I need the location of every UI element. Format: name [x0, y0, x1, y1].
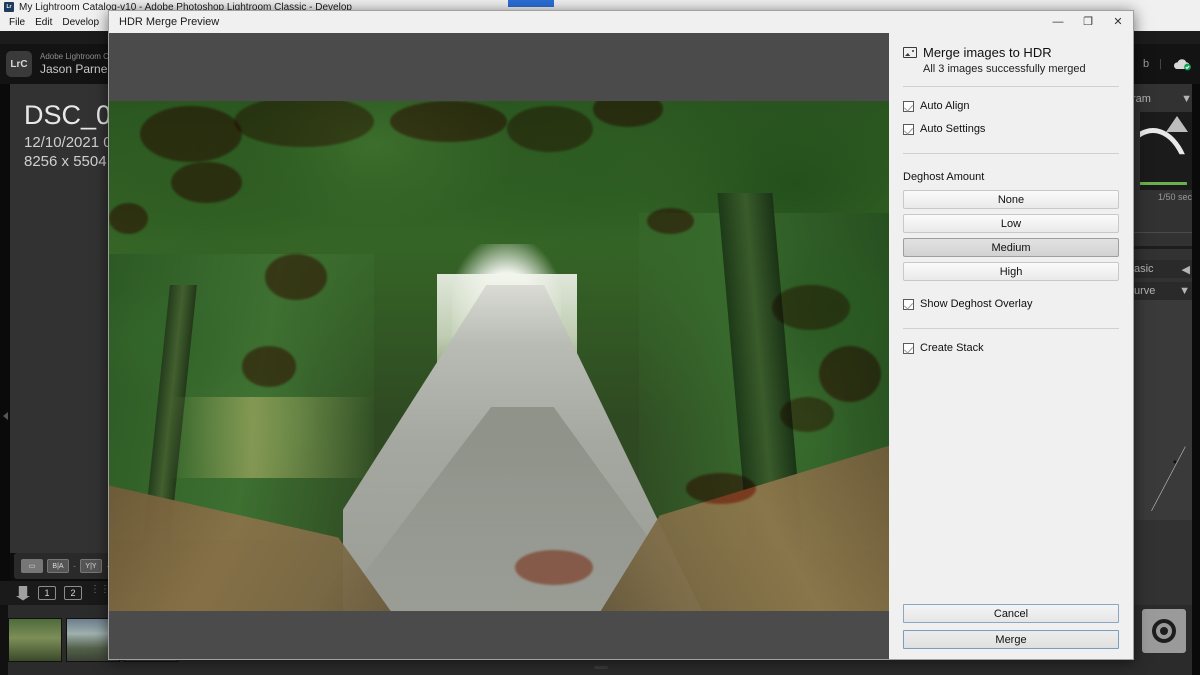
module-separator: | [1159, 58, 1162, 70]
menu-file[interactable]: File [4, 17, 30, 28]
cancel-button[interactable]: Cancel [903, 604, 1119, 623]
identity-line-2: Jason Parnell [40, 62, 113, 77]
merged-photo-preview[interactable] [109, 101, 889, 611]
identity-plate: Adobe Lightroom C Jason Parnell [40, 52, 113, 77]
grip-dots-icon[interactable]: ⋮⋮ [90, 586, 94, 600]
auto-align-checkbox[interactable] [903, 101, 914, 112]
photo-dimensions: 8256 x 5504 [24, 153, 107, 170]
panel-divider [1132, 232, 1192, 233]
panel-header-tone-curve[interactable]: urve ▼ [1132, 282, 1192, 300]
module-label-library[interactable]: b [1143, 58, 1149, 70]
divider-1 [903, 86, 1119, 87]
hdr-options-panel: Merge images to HDR All 3 images success… [889, 33, 1133, 659]
divider-3 [903, 328, 1119, 329]
dialog-titlebar[interactable]: HDR Merge Preview — ❐ ✕ [109, 11, 1133, 33]
merge-heading-row: Merge images to HDR [903, 45, 1119, 60]
deghost-option-high[interactable]: High [903, 262, 1119, 281]
window-controls: — ❐ ✕ [1043, 11, 1133, 33]
panel-header-tone-curve-label: urve [1134, 285, 1155, 297]
filmstrip-thumbnail[interactable] [8, 618, 62, 662]
lens-center [1160, 627, 1168, 635]
panel-header-histogram-label: ram [1132, 93, 1151, 105]
chevron-left-icon[interactable]: ◀ [1182, 263, 1190, 276]
deghost-amount-label: Deghost Amount [903, 171, 1119, 183]
create-stack-row[interactable]: Create Stack [903, 342, 1119, 354]
histogram-curve [1140, 128, 1192, 190]
panel-spacer [903, 361, 1119, 597]
taskbar-indicator [594, 666, 608, 669]
dialog-body: Merge images to HDR All 3 images success… [109, 33, 1133, 659]
hdr-preview-area[interactable] [109, 33, 889, 659]
deghost-overlay-patch [686, 473, 756, 504]
chevron-down-icon[interactable]: ▼ [1181, 93, 1192, 105]
photo-capture-date: 12/10/2021 0 [24, 134, 112, 151]
histogram-widget[interactable] [1140, 112, 1192, 190]
show-deghost-overlay-checkbox[interactable] [903, 299, 914, 310]
flag-badge-1[interactable]: 1 [38, 586, 56, 600]
filmstrip-left-edge [0, 605, 8, 675]
module-picker: b | [1143, 57, 1200, 71]
loupe-view-icon[interactable]: ▭ [21, 559, 43, 573]
lightroom-app-icon: Lr [4, 2, 14, 12]
deghost-option-medium[interactable]: Medium [903, 238, 1119, 257]
deghost-overlay-patch [647, 208, 694, 234]
merge-images-icon [903, 47, 917, 58]
lens-correction-icon[interactable] [1142, 609, 1186, 653]
menu-develop[interactable]: Develop [57, 17, 104, 28]
auto-align-row[interactable]: Auto Align [903, 100, 1119, 112]
auto-settings-label: Auto Settings [920, 123, 985, 135]
screen: Lr My Lightroom Catalog-v10 - Adobe Phot… [0, 0, 1200, 675]
taskbar-active-tab-indicator [508, 0, 554, 7]
panel-header-basic-label: asic [1134, 263, 1154, 275]
deghost-overlay-patch [390, 101, 507, 142]
panel-header-basic[interactable]: asic ◀ [1132, 260, 1192, 278]
merge-status-text: All 3 images successfully merged [923, 63, 1119, 75]
deghost-option-low[interactable]: Low [903, 214, 1119, 233]
lens-ring [1152, 619, 1176, 643]
hdr-merge-preview-dialog: HDR Merge Preview — ❐ ✕ [108, 10, 1134, 660]
auto-settings-checkbox[interactable] [903, 124, 914, 135]
lrc-logo-icon: LrC [6, 51, 32, 77]
menu-edit[interactable]: Edit [30, 17, 57, 28]
maximize-icon[interactable]: ❐ [1073, 11, 1103, 33]
deghost-overlay-patch [242, 346, 297, 387]
hand-tool-icon[interactable] [16, 586, 30, 601]
highlight-clipping-icon[interactable] [1166, 116, 1188, 132]
deghost-overlay-patch [819, 346, 881, 402]
deghost-overlay-patch [109, 203, 148, 234]
merge-heading: Merge images to HDR [923, 45, 1052, 60]
cloud-sync-icon[interactable] [1172, 57, 1192, 71]
deghost-overlay-patch [171, 162, 241, 203]
create-stack-checkbox[interactable] [903, 343, 914, 354]
show-deghost-overlay-label: Show Deghost Overlay [920, 298, 1033, 310]
identity-line-1: Adobe Lightroom C [40, 52, 113, 62]
chevron-down-icon-2[interactable]: ▼ [1179, 285, 1190, 297]
deghost-overlay-patch [265, 254, 327, 300]
before-after-icon[interactable]: B|A [47, 559, 69, 573]
grass-verge [171, 397, 374, 479]
deghost-overlay-patch [772, 285, 850, 331]
merge-button[interactable]: Merge [903, 630, 1119, 649]
deghost-overlay-patch [507, 106, 593, 152]
panel-header-histogram[interactable]: ram ▼ [1132, 91, 1192, 107]
deghost-overlay-patch [515, 550, 593, 586]
dialog-title: HDR Merge Preview [109, 16, 219, 28]
show-deghost-overlay-row[interactable]: Show Deghost Overlay [903, 298, 1119, 310]
flag-badge-2[interactable]: 2 [64, 586, 82, 600]
panel-scroll-track[interactable] [1132, 246, 1192, 249]
auto-settings-row[interactable]: Auto Settings [903, 123, 1119, 135]
divider-2 [903, 153, 1119, 154]
close-icon[interactable]: ✕ [1103, 11, 1133, 33]
toolbar-separator: - [73, 561, 76, 571]
right-panel-collapse-strip[interactable] [1192, 84, 1200, 675]
minimize-icon[interactable]: — [1043, 11, 1073, 33]
create-stack-label: Create Stack [920, 342, 984, 354]
deghost-option-none[interactable]: None [903, 190, 1119, 209]
compare-view-icon[interactable]: Y|Y [80, 559, 102, 573]
tone-curve-graph[interactable] [1132, 300, 1192, 520]
exif-shutter-speed: 1/50 sec [1158, 192, 1192, 202]
auto-align-label: Auto Align [920, 100, 970, 112]
chevron-right-icon[interactable] [3, 412, 8, 420]
deghost-overlay-patch [140, 106, 241, 162]
